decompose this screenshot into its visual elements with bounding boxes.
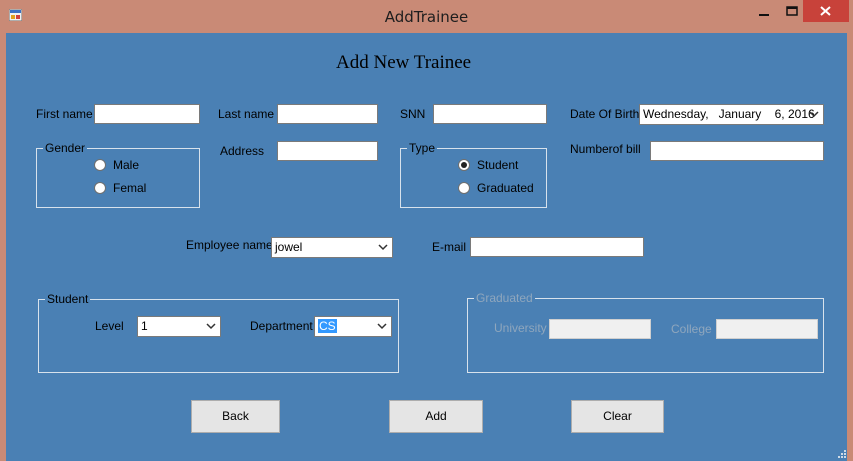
- college-label: College: [671, 322, 712, 336]
- chevron-down-icon: [377, 323, 387, 330]
- number-of-bill-input[interactable]: [650, 141, 824, 161]
- department-select[interactable]: CS: [314, 316, 392, 337]
- chevron-down-icon: [378, 244, 388, 251]
- type-graduated-label: Graduated: [477, 181, 534, 195]
- level-select[interactable]: 1: [137, 316, 221, 337]
- college-input[interactable]: [716, 319, 818, 339]
- minimize-icon: [759, 14, 769, 16]
- dob-value: Wednesday, January 6, 2016: [643, 107, 815, 121]
- back-button[interactable]: Back: [191, 400, 280, 433]
- last-name-input[interactable]: [277, 104, 378, 124]
- type-student-radio[interactable]: [458, 159, 470, 171]
- resize-grip-icon[interactable]: [836, 448, 848, 460]
- level-value: 1: [141, 319, 148, 333]
- gender-male-label: Male: [113, 158, 140, 172]
- last-name-label: Last name: [218, 107, 275, 121]
- chevron-down-icon: [206, 323, 216, 330]
- student-group-title: Student: [45, 292, 91, 306]
- employee-name-label: Employee name: [186, 238, 273, 252]
- type-graduated-radio[interactable]: [458, 182, 470, 194]
- gender-group: Gender: [36, 141, 200, 208]
- graduated-group-title: Graduated: [474, 291, 535, 305]
- university-label: University: [494, 321, 547, 335]
- window-title: AddTrainee: [384, 8, 469, 26]
- gender-male-radio[interactable]: [94, 159, 106, 171]
- snn-input[interactable]: [433, 104, 547, 124]
- level-label: Level: [95, 319, 124, 333]
- first-name-label: First name: [36, 107, 93, 121]
- gender-group-title: Gender: [43, 141, 88, 155]
- email-label: E-mail: [432, 240, 467, 254]
- address-label: Address: [220, 144, 265, 158]
- close-icon: [820, 6, 831, 16]
- dob-label: Date Of Birth: [570, 107, 640, 121]
- department-value: CS: [318, 319, 337, 333]
- email-input[interactable]: [470, 237, 644, 257]
- number-of-bill-label: Numberof bill: [570, 142, 641, 156]
- clear-button[interactable]: Clear: [571, 400, 664, 433]
- date-of-birth-picker[interactable]: Wednesday, January 6, 2016: [639, 104, 824, 125]
- page-title: Add New Trainee: [336, 52, 472, 73]
- gender-female-radio[interactable]: [94, 182, 106, 194]
- employee-name-select[interactable]: jowel: [271, 237, 393, 258]
- type-group-title: Type: [407, 141, 438, 155]
- add-button[interactable]: Add: [389, 400, 483, 433]
- type-group: Type: [400, 141, 547, 208]
- form-area: [6, 33, 847, 461]
- gender-female-label: Femal: [113, 181, 147, 195]
- address-input[interactable]: [277, 141, 378, 161]
- first-name-input[interactable]: [94, 104, 200, 124]
- app-window: AddTrainee Add New Trainee First name La…: [0, 0, 853, 461]
- minimize-button[interactable]: [750, 0, 780, 22]
- employee-name-value: jowel: [275, 240, 303, 254]
- chevron-down-icon: [809, 111, 819, 118]
- university-input[interactable]: [549, 319, 651, 339]
- type-student-label: Student: [477, 158, 519, 172]
- snn-label: SNN: [400, 107, 426, 121]
- close-button[interactable]: [803, 0, 849, 22]
- department-label: Department: [250, 319, 313, 333]
- title-bar[interactable]: AddTrainee: [0, 0, 853, 33]
